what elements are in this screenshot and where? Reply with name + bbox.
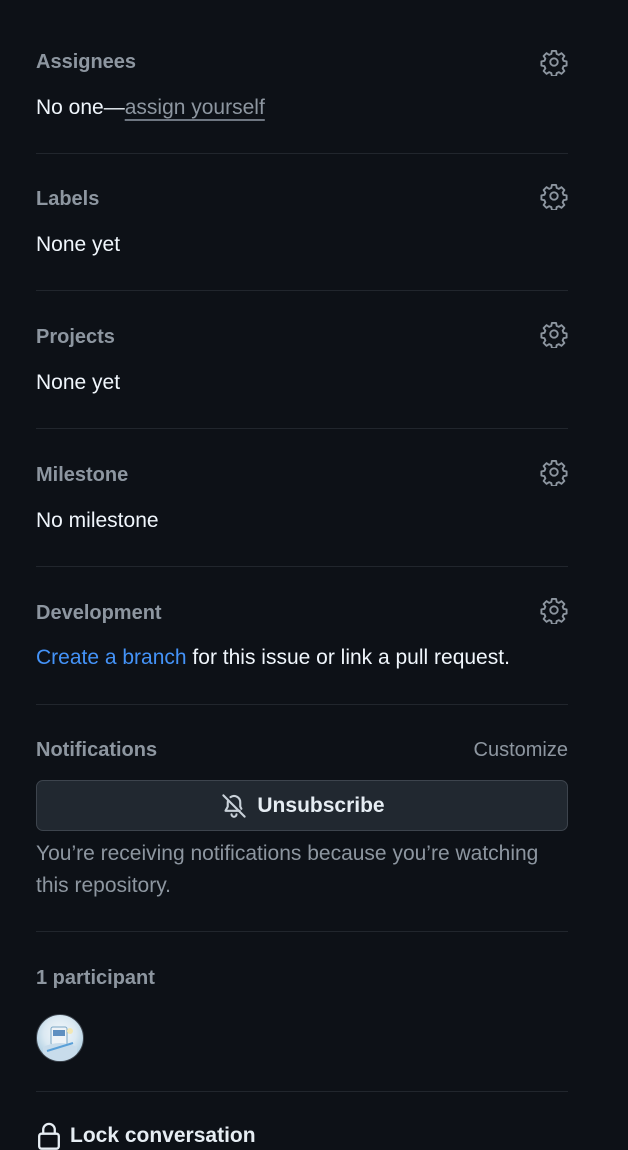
development-value: Create a branch for this issue or link a… bbox=[36, 645, 510, 671]
notifications-heading: Notifications bbox=[36, 739, 158, 761]
assignees-section: Assignees No one—assign yourself bbox=[36, 48, 568, 128]
milestone-gear-icon[interactable] bbox=[540, 458, 568, 486]
assignees-value: No one—assign yourself bbox=[36, 95, 265, 121]
labels-heading: Labels bbox=[36, 188, 100, 210]
assignees-value-prefix: No one— bbox=[36, 96, 125, 119]
bell-slash-icon bbox=[219, 791, 249, 821]
divider bbox=[36, 428, 568, 429]
development-heading: Development bbox=[36, 602, 162, 624]
divider bbox=[36, 566, 568, 567]
unsubscribe-button[interactable]: Unsubscribe bbox=[36, 780, 568, 831]
notifications-section: Notifications Customize Unsubscribe You’… bbox=[36, 736, 568, 906]
issue-sidebar: Assignees No one—assign yourself Labels … bbox=[0, 0, 628, 1150]
projects-value: None yet bbox=[36, 371, 121, 394]
assignees-gear-icon[interactable] bbox=[540, 48, 568, 76]
divider bbox=[36, 1091, 568, 1092]
avatar-image bbox=[43, 1026, 77, 1061]
avatar[interactable] bbox=[36, 1014, 84, 1062]
milestone-value: No milestone bbox=[36, 509, 159, 532]
assignees-heading: Assignees bbox=[36, 51, 137, 73]
lock-conversation-label: Lock conversation bbox=[70, 1124, 256, 1147]
notifications-note: You’re receiving notifications because y… bbox=[36, 842, 539, 897]
divider bbox=[36, 704, 568, 705]
participants-section: 1 participant bbox=[36, 964, 568, 1064]
labels-section: Labels None yet bbox=[36, 182, 568, 264]
lock-icon bbox=[36, 1121, 62, 1150]
development-value-suffix: for this issue or link a pull request. bbox=[186, 646, 510, 669]
lock-section: Lock conversation bbox=[36, 1118, 568, 1150]
labels-value: None yet bbox=[36, 233, 121, 256]
development-gear-icon[interactable] bbox=[540, 596, 568, 624]
assign-yourself-link[interactable]: assign yourself bbox=[125, 96, 265, 119]
projects-section: Projects None yet bbox=[36, 320, 568, 402]
lock-conversation-button[interactable]: Lock conversation bbox=[36, 1121, 256, 1150]
participants-heading: 1 participant bbox=[36, 967, 155, 989]
divider bbox=[36, 290, 568, 291]
customize-link[interactable]: Customize bbox=[474, 738, 568, 762]
projects-gear-icon[interactable] bbox=[540, 320, 568, 348]
divider bbox=[36, 931, 568, 932]
milestone-heading: Milestone bbox=[36, 464, 129, 486]
divider bbox=[36, 153, 568, 154]
unsubscribe-label: Unsubscribe bbox=[257, 793, 385, 817]
projects-heading: Projects bbox=[36, 326, 115, 348]
milestone-section: Milestone No milestone bbox=[36, 458, 568, 540]
labels-gear-icon[interactable] bbox=[540, 182, 568, 210]
create-branch-link[interactable]: Create a branch bbox=[36, 646, 187, 669]
development-section: Development Create a branch for this iss… bbox=[36, 596, 568, 678]
